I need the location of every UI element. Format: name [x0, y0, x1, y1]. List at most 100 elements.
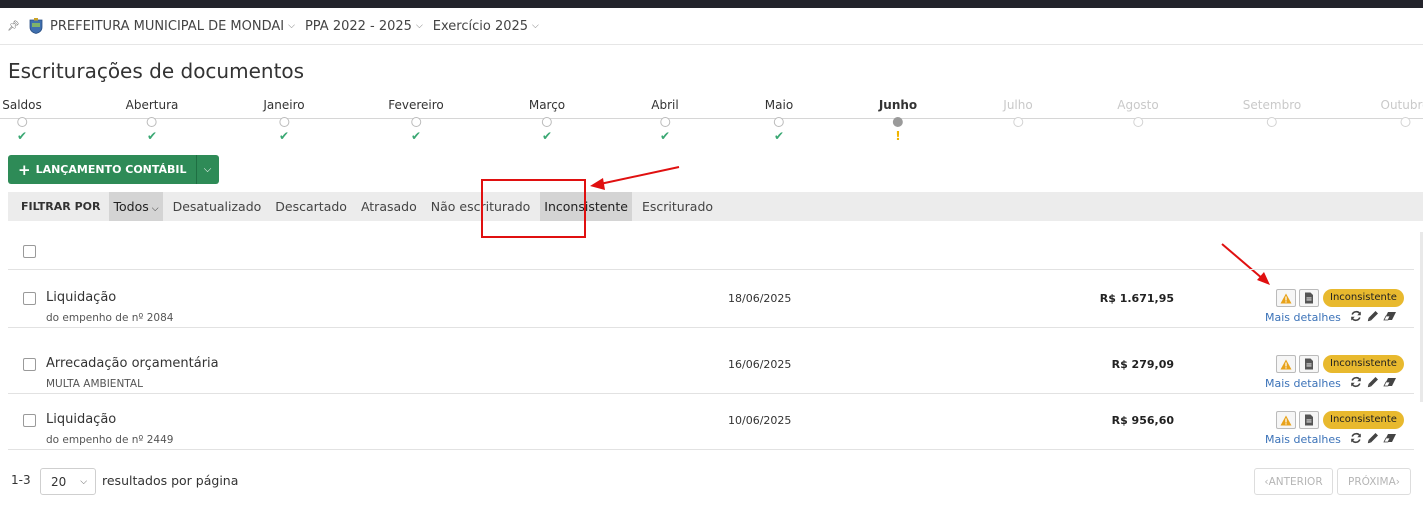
timeline-dot: [1267, 117, 1277, 127]
org-name: PREFEITURA MUNICIPAL DE MONDAI: [50, 18, 285, 34]
more-details-link[interactable]: Mais detalhes: [1265, 377, 1341, 390]
timeline-dot: [147, 117, 157, 127]
new-entry-dropdown-button[interactable]: ⌵: [195, 155, 219, 184]
timeline-step-label: Outubro: [1380, 98, 1423, 112]
document-button[interactable]: [1299, 411, 1319, 429]
timeline-dot: [541, 117, 552, 127]
table-header-row: [8, 232, 1414, 270]
eraser-icon[interactable]: [1381, 377, 1398, 387]
new-entry-label: LANÇAMENTO CONTÁBIL: [35, 163, 187, 176]
exercise-name: Exercício 2025: [432, 18, 529, 34]
timeline-step-mar-o[interactable]: Março ✔: [529, 96, 565, 144]
status-badge: Inconsistente: [1323, 411, 1404, 429]
check-icon: ✔: [146, 129, 158, 143]
ppa-name: PPA 2022 - 2025: [304, 18, 412, 34]
timeline-step-fevereiro[interactable]: Fevereiro ✔: [388, 96, 444, 144]
row-status-actions: Inconsistente: [1276, 289, 1404, 307]
top-strip: [0, 0, 1423, 8]
eraser-icon[interactable]: [1381, 311, 1398, 321]
timeline-step-maio[interactable]: Maio ✔: [765, 96, 793, 144]
table-row: Liquidação do empenho de nº 2084 18/06/202…: [8, 271, 1414, 328]
timeline-dot: [1133, 117, 1143, 127]
results-range: 1-3: [11, 473, 31, 487]
row-amount: R$ 279,09: [1111, 358, 1174, 371]
timeline-dot: [773, 117, 784, 127]
check-icon: ✔: [278, 129, 290, 143]
previous-page-button[interactable]: ‹ ANTERIOR: [1254, 468, 1333, 495]
timeline-step-label: Setembro: [1242, 98, 1302, 112]
document-button[interactable]: [1299, 289, 1319, 307]
chevron-down-icon: ⌵: [80, 476, 88, 487]
ppa-selector[interactable]: PPA 2022 - 2025 ⌵: [305, 19, 423, 34]
more-details-link[interactable]: Mais detalhes: [1265, 433, 1341, 446]
timeline-step-saldos[interactable]: Saldos ✔: [2, 96, 42, 144]
check-icon: ✔: [541, 129, 553, 143]
filter-option-desatualizado[interactable]: Desatualizado: [169, 192, 266, 221]
refresh-icon[interactable]: [1347, 376, 1364, 388]
edit-pencil-icon[interactable]: [1364, 432, 1381, 444]
row-amount: R$ 1.671,95: [1099, 292, 1174, 305]
eraser-icon[interactable]: [1381, 433, 1398, 443]
document-button[interactable]: [1299, 355, 1319, 373]
row-checkbox[interactable]: [23, 414, 36, 427]
timeline-step-abertura[interactable]: Abertura ✔: [126, 96, 179, 144]
timeline-step-janeiro[interactable]: Janeiro ✔: [263, 96, 304, 144]
org-selector[interactable]: PREFEITURA MUNICIPAL DE MONDAI ⌵: [50, 19, 295, 34]
document-icon: [1305, 292, 1313, 304]
filter-option-escriturado[interactable]: Escriturado: [638, 192, 717, 221]
new-accounting-entry-button[interactable]: + LANÇAMENTO CONTÁBIL: [8, 155, 196, 184]
row-subtitle: do empenho de nº 2449: [46, 434, 174, 446]
warning-triangle-icon: [1280, 293, 1292, 303]
page-title: Escriturações de documentos: [8, 59, 305, 83]
row-checkbox[interactable]: [23, 358, 36, 371]
empty-mark: [1003, 128, 1032, 144]
annotation-arrowhead: [590, 178, 605, 190]
plus-icon: +: [18, 160, 31, 179]
timeline-dot: [660, 117, 670, 127]
document-icon: [1305, 358, 1313, 370]
row-date: 16/06/2025: [728, 358, 792, 371]
row-date: 10/06/2025: [728, 414, 792, 427]
timeline-step-abril[interactable]: Abril ✔: [651, 96, 678, 144]
previous-page-label: ANTERIOR: [1268, 475, 1323, 488]
exercise-selector[interactable]: Exercício 2025 ⌵: [433, 19, 539, 34]
select-all-checkbox[interactable]: [23, 245, 36, 258]
next-page-button[interactable]: PRÓXIMA ›: [1337, 468, 1411, 495]
per-page-label: resultados por página: [102, 473, 239, 488]
timeline-step-outubro[interactable]: Outubro: [1381, 96, 1423, 144]
row-actions: [1347, 376, 1398, 388]
row-amount: R$ 956,60: [1111, 414, 1174, 427]
warning-triangle-icon: [1280, 415, 1292, 425]
filter-option-label: Todos: [113, 199, 149, 214]
filter-option-atrasado[interactable]: Atrasado: [357, 192, 421, 221]
timeline-step-label: Janeiro: [263, 98, 305, 112]
filter-label: FILTRAR POR: [21, 200, 101, 213]
filter-option-todos[interactable]: Todos ⌵: [109, 192, 163, 221]
warning-button[interactable]: [1276, 355, 1296, 373]
filter-option-descartado[interactable]: Descartado: [271, 192, 351, 221]
check-icon: ✔: [773, 129, 785, 143]
timeline-step-label: Saldos: [2, 98, 42, 112]
timeline-step-julho[interactable]: Julho: [1003, 96, 1033, 144]
row-subtitle: do empenho de nº 2084: [46, 312, 174, 324]
edit-pencil-icon[interactable]: [1364, 310, 1381, 322]
timeline-step-setembro[interactable]: Setembro: [1243, 96, 1301, 144]
warning-button[interactable]: [1276, 289, 1296, 307]
page-size-select[interactable]: 20 ⌵: [40, 468, 96, 495]
more-details-link[interactable]: Mais detalhes: [1265, 311, 1341, 324]
timeline-dot: [1400, 117, 1410, 127]
timeline-step-agosto[interactable]: Agosto: [1117, 96, 1159, 144]
refresh-icon[interactable]: [1347, 432, 1364, 444]
filter-bar: FILTRAR POR Todos ⌵ Desatualizado Descart…: [8, 192, 1423, 221]
row-checkbox[interactable]: [23, 292, 36, 305]
edit-pencil-icon[interactable]: [1364, 376, 1381, 388]
row-title: Arrecadação orçamentária: [46, 356, 219, 371]
timeline-dot: [278, 117, 289, 127]
warning-button[interactable]: [1276, 411, 1296, 429]
status-badge: Inconsistente: [1323, 289, 1404, 307]
pin-icon[interactable]: 📌︎: [7, 21, 20, 32]
refresh-icon[interactable]: [1347, 310, 1364, 322]
row-subtitle: MULTA AMBIENTAL: [46, 378, 143, 390]
timeline-step-label: Abril: [651, 98, 679, 112]
timeline-step-junho[interactable]: Junho!: [879, 96, 917, 144]
